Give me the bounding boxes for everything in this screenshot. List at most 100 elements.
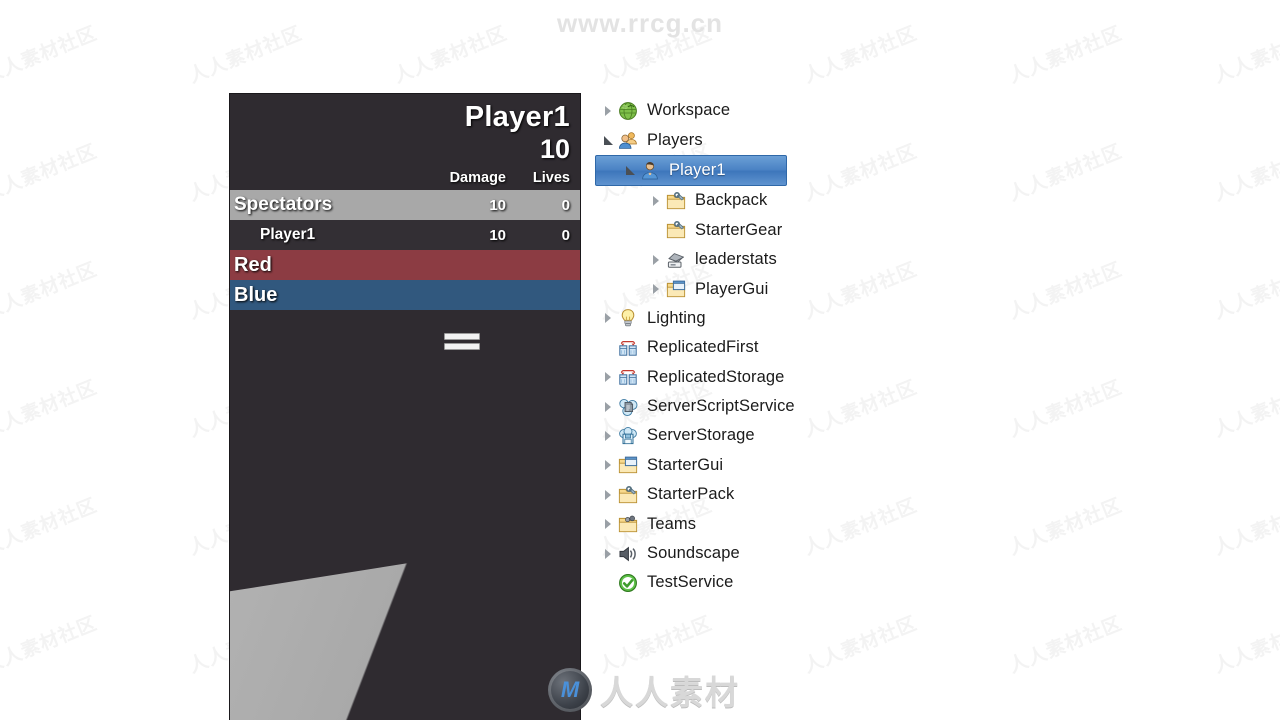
tree-item-label: Backpack bbox=[695, 191, 768, 210]
tree-item-starterpack[interactable]: StarterPack bbox=[596, 480, 1016, 509]
watermark-tile: 人人素材社区 bbox=[0, 259, 101, 324]
scoreboard-team-row-spectators[interactable]: Spectators 10 0 bbox=[230, 190, 580, 220]
watermark-tile: 人人素材社区 bbox=[0, 141, 101, 206]
player-lives: 0 bbox=[561, 226, 570, 244]
scoreboard-player-score: 10 bbox=[539, 134, 570, 164]
watermark-tile: 人人素材社区 bbox=[1006, 495, 1126, 560]
scoreboard-player-name: Player1 bbox=[464, 101, 570, 133]
chevron-down-icon[interactable] bbox=[600, 132, 616, 148]
tree-item-label: Workspace bbox=[647, 101, 731, 120]
tree-item-testservice[interactable]: TestService bbox=[596, 568, 1016, 597]
player-person-icon bbox=[640, 160, 662, 180]
test-check-icon bbox=[618, 573, 640, 593]
twisty-spacer bbox=[600, 575, 616, 591]
tree-item-label: TestService bbox=[647, 573, 734, 592]
team-damage: 10 bbox=[489, 196, 506, 214]
tree-item-leaderstats[interactable]: leaderstats bbox=[596, 245, 1016, 274]
chevron-right-icon[interactable] bbox=[600, 487, 616, 503]
tree-item-soundscape[interactable]: Soundscape bbox=[596, 539, 1016, 568]
startergear-folder-icon bbox=[666, 220, 688, 240]
chevron-right-icon[interactable] bbox=[600, 369, 616, 385]
tree-item-serverscriptservice[interactable]: ServerScriptService bbox=[596, 392, 1016, 421]
tree-item-backpack[interactable]: Backpack bbox=[596, 186, 1016, 215]
chevron-right-icon[interactable] bbox=[648, 193, 664, 209]
tree-item-replicatedstorage[interactable]: ReplicatedStorage bbox=[596, 363, 1016, 392]
game-viewport[interactable]: Player1 10 Damage Lives Spectators 10 0 … bbox=[230, 94, 580, 720]
tree-item-label: leaderstats bbox=[695, 250, 777, 269]
tree-item-label: PlayerGui bbox=[695, 279, 769, 298]
explorer-tree[interactable]: Workspace Players Player1 Backpack StarterGe… bbox=[595, 96, 1016, 598]
tree-item-players[interactable]: Players bbox=[596, 125, 1016, 154]
scoreboard-team-row-blue[interactable]: Blue bbox=[230, 280, 580, 310]
tree-item-label: ServerStorage bbox=[647, 426, 755, 445]
scoreboard-player-row-player1[interactable]: Player1 10 0 bbox=[230, 220, 580, 250]
tree-item-label: ReplicatedStorage bbox=[647, 367, 785, 386]
baseplate-ground bbox=[230, 535, 580, 720]
chevron-right-icon[interactable] bbox=[648, 281, 664, 297]
watermark-brand: M 人人素材 bbox=[548, 666, 740, 714]
lighting-bulb-icon bbox=[618, 308, 640, 328]
watermark-tile: 人人素材社区 bbox=[1211, 613, 1280, 678]
tree-item-workspace[interactable]: Workspace bbox=[596, 96, 1016, 125]
tree-item-label: ReplicatedFirst bbox=[647, 338, 759, 357]
tree-item-label: Players bbox=[647, 130, 703, 149]
watermark-tile: 人人素材社区 bbox=[1211, 377, 1280, 442]
scoreboard-team-row-red[interactable]: Red bbox=[230, 250, 580, 280]
tree-item-label: Lighting bbox=[647, 308, 706, 327]
replicated-boxes-icon bbox=[618, 338, 640, 358]
team-name: Spectators bbox=[234, 194, 333, 215]
chevron-right-icon[interactable] bbox=[600, 103, 616, 119]
tree-item-startergui[interactable]: StarterGui bbox=[596, 451, 1016, 480]
watermark-tile: 人人素材社区 bbox=[1006, 259, 1126, 324]
watermark-tile: 人人素材社区 bbox=[1211, 259, 1280, 324]
watermark-url: www.rrcg.cn bbox=[556, 8, 724, 38]
serverstorage-disk-icon bbox=[618, 426, 640, 446]
tree-item-replicatedfirst[interactable]: ReplicatedFirst bbox=[596, 333, 1016, 362]
chevron-right-icon[interactable] bbox=[600, 399, 616, 415]
screengui-folder-icon bbox=[618, 455, 640, 475]
watermark-tile: 人人素材社区 bbox=[0, 495, 101, 560]
chevron-down-icon[interactable] bbox=[622, 162, 638, 178]
scoreboard-header: Player1 10 bbox=[230, 94, 580, 166]
tree-item-label: Teams bbox=[647, 514, 697, 533]
chevron-right-icon[interactable] bbox=[648, 252, 664, 268]
chevron-right-icon[interactable] bbox=[600, 428, 616, 444]
chevron-right-icon[interactable] bbox=[600, 457, 616, 473]
column-header-lives: Lives bbox=[532, 170, 570, 186]
tree-item-label: Soundscape bbox=[647, 544, 740, 563]
tree-item-player1[interactable]: Player1 bbox=[595, 154, 787, 187]
backpack-folder-icon bbox=[666, 191, 688, 211]
team-name: Red bbox=[234, 253, 272, 276]
equals-bar-top bbox=[444, 333, 480, 340]
teams-folder-icon bbox=[618, 514, 640, 534]
watermark-tile: 人人素材社区 bbox=[0, 377, 101, 442]
watermark-tile: 人人素材社区 bbox=[1006, 377, 1126, 442]
watermark-tile: 人人素材社区 bbox=[1211, 495, 1280, 560]
watermark-tile: 人人素材社区 bbox=[1006, 141, 1126, 206]
watermark-tile: 人人素材社区 bbox=[1211, 141, 1280, 206]
tree-item-serverstorage[interactable]: ServerStorage bbox=[596, 421, 1016, 450]
equals-menu-icon[interactable] bbox=[444, 333, 480, 353]
startergear-folder-icon bbox=[618, 485, 640, 505]
tree-item-label: ServerScriptService bbox=[647, 397, 795, 416]
tree-item-label: Player1 bbox=[669, 160, 726, 179]
team-name: Blue bbox=[234, 283, 278, 306]
tree-item-label: StarterPack bbox=[647, 485, 735, 504]
chevron-right-icon[interactable] bbox=[600, 516, 616, 532]
screengui-folder-icon bbox=[666, 279, 688, 299]
twisty-spacer bbox=[648, 222, 664, 238]
watermark-tile: 人人素材社区 bbox=[1006, 613, 1126, 678]
tree-item-startergear[interactable]: StarterGear bbox=[596, 216, 1016, 245]
tree-item-teams[interactable]: Teams bbox=[596, 509, 1016, 538]
tree-item-lighting[interactable]: Lighting bbox=[596, 304, 1016, 333]
speaker-icon bbox=[618, 544, 640, 564]
serverscript-icon bbox=[618, 397, 640, 417]
column-header-damage: Damage bbox=[449, 170, 506, 186]
team-lives: 0 bbox=[561, 196, 570, 214]
watermark-tile: 人人素材社区 bbox=[801, 613, 921, 678]
tree-item-playergui[interactable]: PlayerGui bbox=[596, 274, 1016, 303]
equals-bar-bottom bbox=[444, 343, 480, 350]
chevron-right-icon[interactable] bbox=[600, 310, 616, 326]
chevron-right-icon[interactable] bbox=[600, 546, 616, 562]
replicated-boxes-icon bbox=[618, 367, 640, 387]
